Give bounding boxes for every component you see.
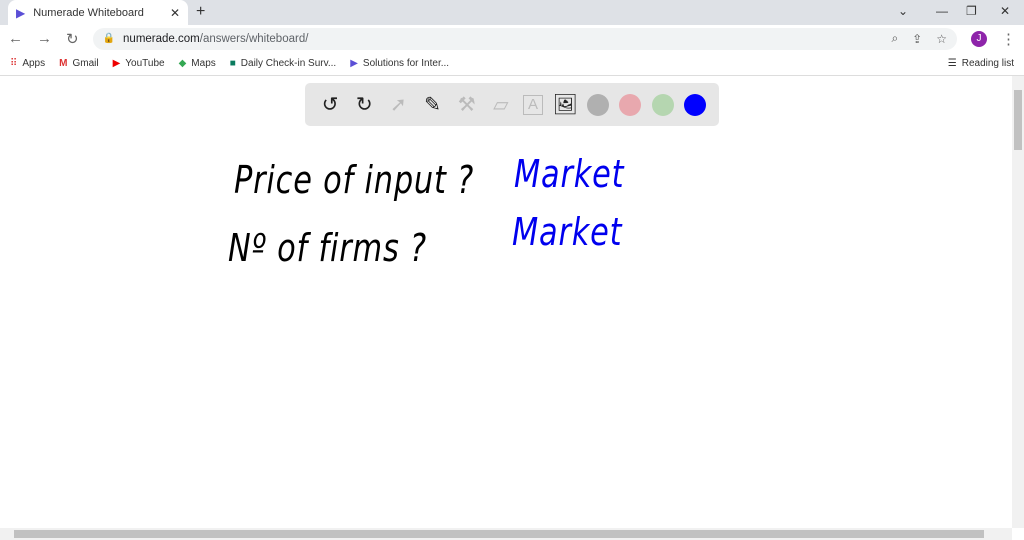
bookmark-label: Solutions for Inter... (362, 58, 450, 69)
bookmark-apps[interactable]: ⠿ Apps (10, 58, 45, 69)
bookmark-label: YouTube (125, 58, 165, 69)
horizontal-scrollbar[interactable] (0, 528, 1012, 540)
reading-list-label: Reading list (961, 58, 1014, 69)
bookmarks-bar: ⠿ Apps M Gmail ▶ YouTube ◆ Maps ■ Daily Check… (0, 52, 1024, 76)
new-tab-button[interactable]: + (196, 3, 205, 21)
pen-icon[interactable]: ✎ (421, 93, 445, 117)
reload-icon[interactable]: ↻ (66, 30, 79, 48)
color-pink-swatch[interactable] (619, 93, 642, 116)
gmail-icon: M (59, 58, 68, 69)
tab-bar: ▶ Numerade Whiteboard ✕ + ⌄ — ❐ ✕ (0, 0, 1024, 25)
address-bar-row: ← → ↻ 🔒 numerade.com/answers/whiteboard/… (0, 25, 1024, 52)
color-gray-swatch[interactable] (587, 93, 610, 116)
avatar[interactable]: J (971, 30, 987, 47)
forward-icon[interactable]: → (37, 30, 52, 47)
tab-title: Numerade Whiteboard (33, 6, 144, 19)
eraser-icon[interactable]: ▱ (489, 93, 513, 117)
restore-button[interactable]: ❐ (966, 4, 977, 18)
minimize-button[interactable]: — (936, 4, 948, 18)
back-icon[interactable]: ← (8, 30, 23, 47)
close-window-button[interactable]: ✕ (1000, 4, 1010, 18)
numerade-logo-icon: ▶ (16, 5, 26, 20)
whiteboard-toolbar: ↺ ↻ ➚ ✎ ⚒ ▱ A 🖼 (305, 83, 719, 126)
bookmark-label: Apps (22, 58, 46, 69)
scrollbar-thumb[interactable] (14, 530, 984, 538)
forms-icon: ■ (229, 58, 236, 69)
bookmark-gmail[interactable]: M Gmail (59, 58, 98, 69)
apps-grid-icon: ⠿ (10, 58, 18, 69)
tab-search-icon[interactable]: ⌄ (898, 4, 908, 18)
reading-list-icon: ☰ (947, 58, 957, 69)
handwritten-text: Market (512, 210, 623, 254)
tools-icon[interactable]: ⚒ (455, 93, 479, 117)
bookmark-label: Daily Check-in Surv... (240, 58, 337, 69)
handwritten-text: Price of input ? (234, 158, 475, 202)
tab-numerade-whiteboard[interactable]: ▶ Numerade Whiteboard ✕ (8, 0, 188, 25)
color-blue-swatch[interactable] (683, 93, 706, 116)
zoom-icon[interactable]: ⌕ (891, 31, 898, 46)
bookmark-label: Gmail (72, 58, 99, 69)
bookmark-youtube[interactable]: ▶ YouTube (113, 58, 165, 69)
scrollbar-thumb[interactable] (1014, 90, 1022, 150)
image-icon[interactable]: 🖼 (552, 93, 577, 117)
handwritten-text: Nº of firms ? (228, 226, 427, 270)
handwritten-text: Market (514, 152, 625, 196)
youtube-icon: ▶ (112, 58, 121, 69)
numerade-logo-icon: ▶ (350, 58, 358, 69)
bookmark-label: Maps (191, 58, 216, 69)
redo-icon[interactable]: ↻ (352, 93, 376, 117)
url-host: numerade.com (123, 32, 200, 45)
bookmark-solutions[interactable]: ▶ Solutions for Inter... (350, 58, 449, 69)
lock-icon: 🔒 (102, 33, 116, 44)
share-icon[interactable]: ⇪ (912, 32, 922, 46)
vertical-scrollbar[interactable] (1012, 76, 1024, 528)
select-pointer-icon[interactable]: ➚ (386, 93, 410, 117)
menu-icon[interactable]: ⋮ (1001, 30, 1016, 48)
bookmark-star-icon[interactable]: ☆ (936, 32, 947, 46)
maps-icon: ◆ (178, 58, 187, 69)
reading-list-button[interactable]: ☰ Reading list (948, 58, 1014, 69)
close-tab-icon[interactable]: ✕ (170, 6, 180, 20)
undo-icon[interactable]: ↺ (318, 93, 342, 117)
whiteboard-canvas[interactable]: ↺ ↻ ➚ ✎ ⚒ ▱ A 🖼 Price of input ? Nº of f… (0, 76, 1012, 528)
url-path: /answers/whiteboard/ (199, 32, 309, 45)
url-input[interactable]: 🔒 numerade.com/answers/whiteboard/ ⌕ ⇪ ☆ (92, 27, 957, 50)
bookmark-daily-checkin[interactable]: ■ Daily Check-in Surv... (230, 58, 336, 69)
bookmark-maps[interactable]: ◆ Maps (179, 58, 216, 69)
text-tool-icon[interactable]: A (523, 94, 544, 115)
color-green-swatch[interactable] (651, 93, 674, 116)
